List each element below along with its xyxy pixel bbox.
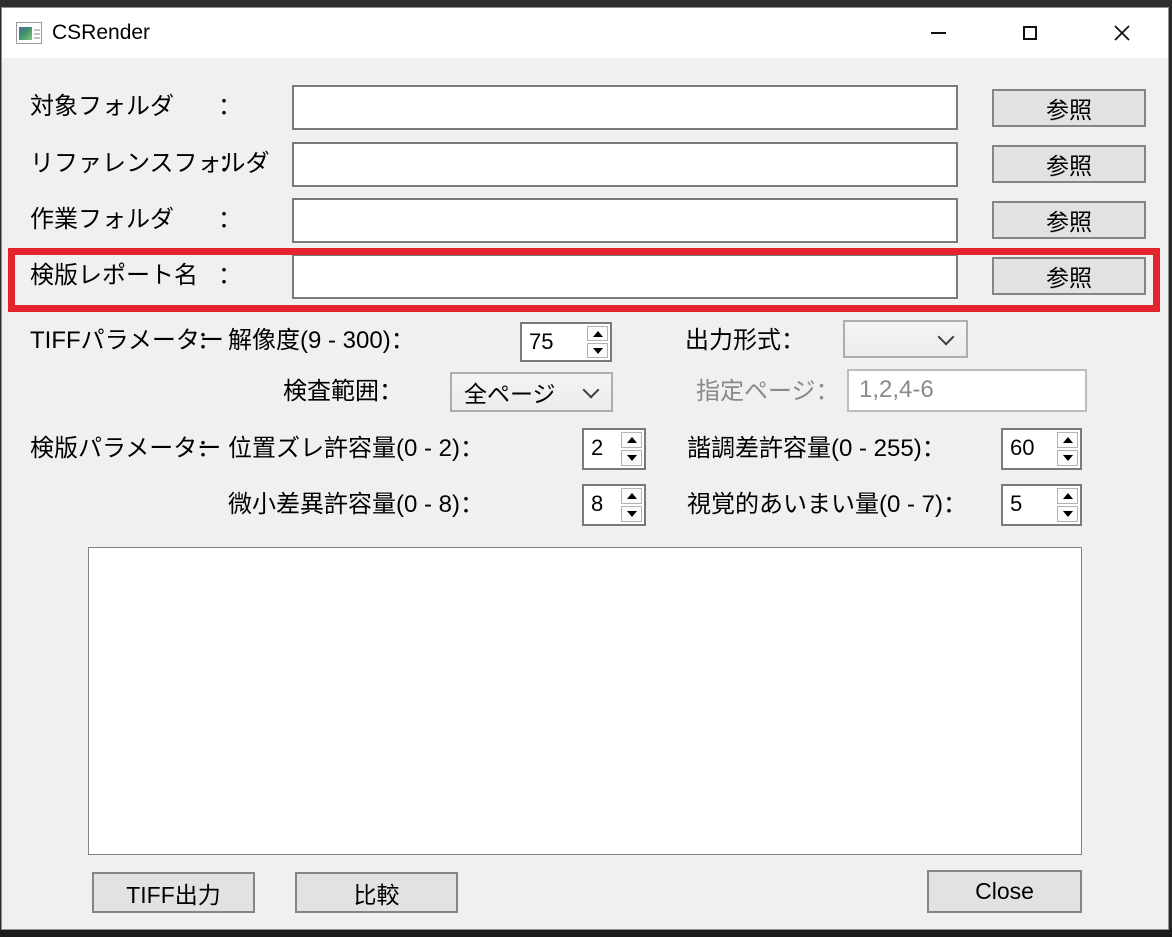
minimize-button[interactable] — [892, 8, 984, 58]
visual-ambiguity-spinner[interactable]: 5 — [1001, 484, 1082, 526]
triangle-up-icon — [593, 331, 603, 337]
minimize-icon — [931, 32, 946, 34]
triangle-up-icon — [1063, 493, 1073, 499]
output-format-combobox[interactable] — [843, 320, 968, 358]
app-icon-line — [34, 33, 40, 35]
label-colon: ： — [197, 435, 221, 463]
target-folder-label: 対象フォルダ — [30, 93, 174, 121]
micro-spin-up-button[interactable] — [621, 488, 642, 504]
triangle-down-icon — [1063, 455, 1073, 461]
triangle-down-icon — [593, 348, 603, 354]
window-title: CSRender — [52, 21, 150, 45]
resolution-spin-down-button[interactable] — [587, 343, 608, 358]
position-spin-up-button[interactable] — [621, 432, 642, 448]
maximize-icon — [1023, 26, 1037, 40]
resolution-spin-up-button[interactable] — [587, 326, 608, 341]
work-folder-input[interactable] — [292, 198, 958, 243]
work-folder-label: 作業フォルダ — [30, 206, 174, 234]
target-folder-input[interactable] — [292, 85, 958, 130]
screen: CSRender 対象フォルダ ： 参照 リファレンスフォルダ ： 参照 作業フ… — [0, 0, 1172, 937]
app-icon-line — [34, 37, 40, 39]
resolution-spinner[interactable]: 75 — [520, 322, 612, 362]
triangle-up-icon — [627, 493, 637, 499]
tone-tolerance-value[interactable]: 60 — [1003, 430, 1055, 468]
micro-diff-tolerance-value[interactable]: 8 — [584, 486, 619, 524]
window-controls — [892, 8, 1168, 58]
position-spin-down-button[interactable] — [621, 450, 642, 466]
label-colon: ： — [218, 150, 242, 178]
close-button[interactable] — [1076, 8, 1168, 58]
tone-spin-down-button[interactable] — [1057, 450, 1078, 466]
visual-spin-buttons — [1055, 486, 1080, 524]
position-tolerance-value[interactable]: 2 — [584, 430, 619, 468]
chevron-down-icon — [583, 382, 600, 399]
tiff-params-section-label: TIFFパラメーター — [30, 327, 224, 355]
tone-tolerance-spinner[interactable]: 60 — [1001, 428, 1082, 470]
background-bottom-strip — [0, 930, 1172, 937]
reference-folder-input[interactable] — [292, 142, 958, 187]
triangle-down-icon — [627, 455, 637, 461]
chevron-down-icon — [938, 329, 955, 346]
background-top-strip — [0, 0, 1172, 7]
micro-diff-tolerance-label: 微小差異許容量(0 - 8)： — [228, 491, 484, 519]
app-icon-pane — [19, 27, 32, 40]
tone-tolerance-label: 諧調差許容量(0 - 255)： — [687, 435, 946, 463]
micro-spin-down-button[interactable] — [621, 506, 642, 522]
visual-spin-up-button[interactable] — [1057, 488, 1078, 504]
app-icon — [16, 22, 42, 44]
inspect-range-label: 検査範囲： — [283, 378, 403, 406]
resolution-value[interactable]: 75 — [522, 324, 585, 360]
tone-spin-up-button[interactable] — [1057, 432, 1078, 448]
visual-ambiguity-value[interactable]: 5 — [1003, 486, 1055, 524]
pages-input: 1,2,4-6 — [847, 369, 1087, 412]
label-colon: ： — [218, 262, 242, 290]
report-name-input[interactable] — [292, 254, 958, 299]
compare-button[interactable]: 比較 — [295, 872, 458, 913]
triangle-up-icon — [1063, 437, 1073, 443]
resolution-label: 解像度(9 - 300)： — [228, 327, 415, 355]
label-colon: ： — [197, 327, 221, 355]
position-tolerance-label: 位置ズレ許容量(0 - 2)： — [228, 435, 484, 463]
reference-folder-browse-button[interactable]: 参照 — [992, 145, 1146, 183]
close-icon — [1113, 24, 1131, 42]
maximize-button[interactable] — [984, 8, 1076, 58]
triangle-down-icon — [627, 511, 637, 517]
work-folder-browse-button[interactable]: 参照 — [992, 201, 1146, 239]
target-folder-browse-button[interactable]: 参照 — [992, 89, 1146, 127]
log-listbox[interactable] — [88, 547, 1082, 855]
micro-spin-buttons — [619, 486, 644, 524]
visual-ambiguity-label: 視覚的あいまい量(0 - 7)： — [687, 491, 967, 519]
app-icon-line — [34, 29, 40, 31]
tiff-output-button[interactable]: TIFF出力 — [92, 872, 255, 913]
label-colon: ： — [218, 206, 242, 234]
triangle-down-icon — [1063, 511, 1073, 517]
tone-spin-buttons — [1055, 430, 1080, 468]
report-name-label: 検版レポート名 — [30, 262, 198, 290]
visual-spin-down-button[interactable] — [1057, 506, 1078, 522]
position-tolerance-spinner[interactable]: 2 — [582, 428, 646, 470]
close-dialog-button[interactable]: Close — [927, 870, 1082, 913]
titlebar[interactable]: CSRender — [2, 8, 1168, 58]
position-spin-buttons — [619, 430, 644, 468]
label-colon: ： — [218, 93, 242, 121]
pages-label: 指定ページ： — [696, 378, 840, 406]
inspect-range-combobox[interactable]: 全ページ — [450, 372, 613, 412]
inspect-range-value: 全ページ — [452, 375, 585, 409]
triangle-up-icon — [627, 437, 637, 443]
report-name-browse-button[interactable]: 参照 — [992, 257, 1146, 295]
resolution-spin-buttons — [585, 324, 610, 360]
check-params-section-label: 検版パラメーター — [30, 435, 221, 463]
micro-diff-tolerance-spinner[interactable]: 8 — [582, 484, 646, 526]
output-format-label: 出力形式： — [685, 327, 805, 355]
